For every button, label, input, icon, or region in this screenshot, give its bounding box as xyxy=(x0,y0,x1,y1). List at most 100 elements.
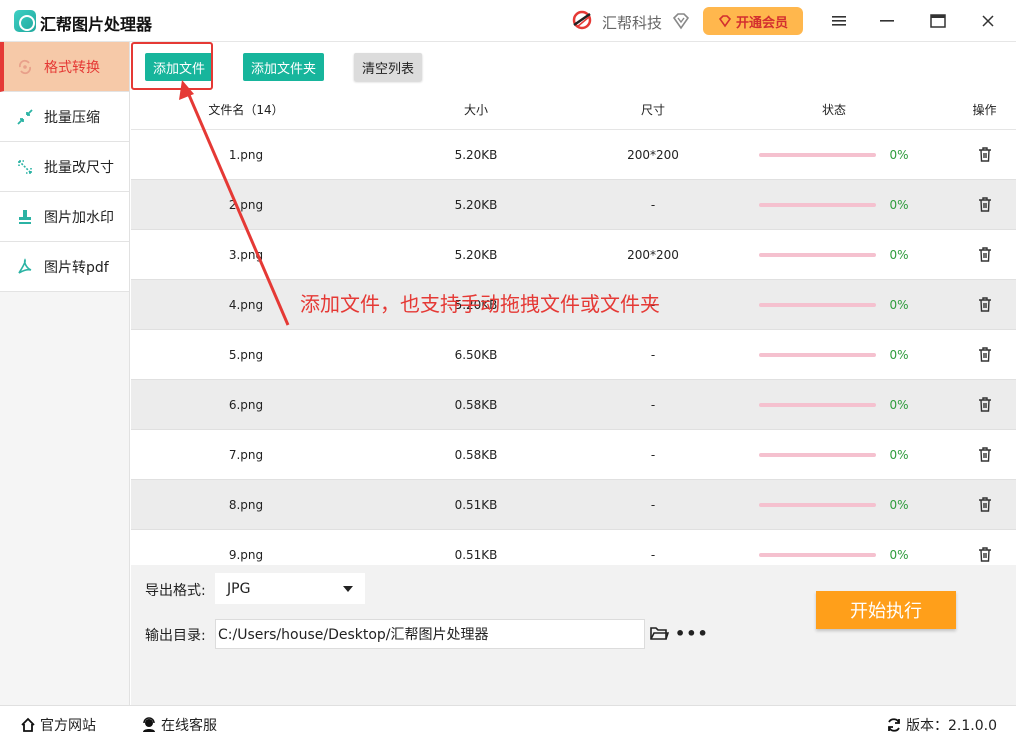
cell-size: 0.58KB xyxy=(454,397,498,412)
sidebar-item-label: 批量改尺寸 xyxy=(44,159,114,176)
table-row[interactable]: 6.png 0.58KB - 0% xyxy=(131,380,1016,430)
resize-icon xyxy=(18,159,32,174)
brand-logo-icon xyxy=(572,10,592,30)
table-row[interactable]: 7.png 0.58KB - 0% xyxy=(131,430,1016,480)
cell-status: 0% xyxy=(715,398,953,412)
sidebar-item-format-convert[interactable]: 格式转换 xyxy=(0,42,129,92)
cell-dimensions: 200*200 xyxy=(627,147,679,162)
progress-percent: 0% xyxy=(889,447,909,462)
cell-size: 0.51KB xyxy=(454,547,498,562)
toolbar: 添加文件 添加文件夹 清空列表 xyxy=(131,42,1016,90)
output-dir-label: 输出目录: xyxy=(145,628,206,644)
progress-percent: 0% xyxy=(889,347,909,362)
cell-status: 0% xyxy=(715,198,953,212)
table-row[interactable]: 5.png 6.50KB - 0% xyxy=(131,330,1016,380)
delete-button[interactable] xyxy=(953,447,1016,462)
cell-size: 5.20KB xyxy=(454,197,498,212)
table-row[interactable]: 2.png 5.20KB - 0% xyxy=(131,180,1016,230)
cell-size: 0.58KB xyxy=(454,447,498,462)
convert-icon xyxy=(18,59,32,74)
sidebar-item-label: 图片加水印 xyxy=(44,209,114,226)
progress-bar xyxy=(758,152,876,157)
delete-button[interactable] xyxy=(953,147,1016,162)
trash-icon xyxy=(978,247,991,262)
online-support-link[interactable]: 在线客服 xyxy=(141,715,217,735)
minimize-button[interactable] xyxy=(873,8,901,34)
table-row[interactable]: 8.png 0.51KB - 0% xyxy=(131,480,1016,530)
table-row[interactable]: 3.png 5.20KB 200*200 0% xyxy=(131,230,1016,280)
table-row[interactable]: 9.png 0.51KB - 0% xyxy=(131,530,1016,565)
add-folder-button[interactable]: 添加文件夹 xyxy=(243,53,325,81)
cell-size: 5.20KB xyxy=(454,147,498,162)
sidebar-item-to-pdf[interactable]: 图片转pdf xyxy=(0,242,129,292)
more-options-icon[interactable]: ••• xyxy=(675,624,709,643)
cell-filename: 6.png xyxy=(228,397,264,412)
table-header: 文件名（14） 大小 尺寸 状态 操作 xyxy=(131,90,1016,130)
start-button[interactable]: 开始执行 xyxy=(816,591,956,629)
cell-dimensions: - xyxy=(650,447,656,462)
maximize-icon xyxy=(930,14,946,28)
home-icon xyxy=(21,717,35,732)
delete-button[interactable] xyxy=(953,547,1016,562)
progress-percent: 0% xyxy=(889,247,909,262)
website-label: 官方网站 xyxy=(40,718,96,734)
refresh-icon xyxy=(888,718,900,732)
progress-percent: 0% xyxy=(889,397,909,412)
clear-list-button[interactable]: 清空列表 xyxy=(354,53,423,81)
format-value: JPG xyxy=(227,580,251,597)
sidebar-item-watermark[interactable]: 图片加水印 xyxy=(0,192,129,242)
file-table: 文件名（14） 大小 尺寸 状态 操作 1.png 5.20KB 200*200 0%… xyxy=(131,90,1016,565)
delete-button[interactable] xyxy=(953,197,1016,212)
progress-bar xyxy=(758,252,876,257)
diamond-icon[interactable] xyxy=(671,11,691,31)
progress-bar xyxy=(758,302,876,307)
support-label: 在线客服 xyxy=(161,718,217,734)
delete-button[interactable] xyxy=(953,497,1016,512)
cell-size: 5.20KB xyxy=(454,247,498,262)
progress-bar xyxy=(758,502,876,507)
sidebar-item-compress[interactable]: 批量压缩 xyxy=(0,92,129,142)
format-select[interactable]: JPG xyxy=(215,573,365,604)
vip-button[interactable]: 开通会员 xyxy=(703,7,803,35)
output-dir-field[interactable]: C:/Users/house/Desktop/汇帮图片处理器 xyxy=(215,619,645,649)
output-panel: 导出格式: JPG 输出目录: C:/Users/house/Desktop/汇… xyxy=(131,565,1016,705)
menu-icon xyxy=(832,16,846,26)
cell-filename: 2.png xyxy=(228,197,264,212)
delete-button[interactable] xyxy=(953,397,1016,412)
add-file-button[interactable]: 添加文件 xyxy=(145,53,214,81)
delete-button[interactable] xyxy=(953,347,1016,362)
sidebar-item-resize[interactable]: 批量改尺寸 xyxy=(0,142,129,192)
progress-percent: 0% xyxy=(889,297,909,312)
sidebar-item-label: 图片转pdf xyxy=(44,259,109,276)
cell-filename: 9.png xyxy=(228,547,264,562)
close-button[interactable] xyxy=(974,8,1002,34)
folder-icon[interactable] xyxy=(649,623,669,643)
trash-icon xyxy=(978,197,991,212)
table-row[interactable]: 1.png 5.20KB 200*200 0% xyxy=(131,130,1016,180)
vip-label: 开通会员 xyxy=(735,15,788,31)
cell-status: 0% xyxy=(715,248,953,262)
trash-icon xyxy=(978,497,991,512)
compress-icon xyxy=(17,108,33,125)
close-icon xyxy=(982,15,994,27)
official-website-link[interactable]: 官方网站 xyxy=(20,715,96,735)
version-info[interactable]: 版本：2.1.0.0 xyxy=(886,715,997,735)
cell-dimensions: - xyxy=(650,197,656,212)
progress-bar xyxy=(758,352,876,357)
trash-icon xyxy=(978,347,991,362)
cell-dimensions: 200*200 xyxy=(627,247,679,262)
progress-percent: 0% xyxy=(889,547,909,562)
menu-button[interactable] xyxy=(825,8,853,34)
pdf-icon xyxy=(18,257,32,274)
title-bar: 汇帮图片处理器 汇帮科技 开通会员 xyxy=(0,0,1016,42)
version-label: 版本：2.1.0.0 xyxy=(906,718,997,734)
delete-button[interactable] xyxy=(953,297,1016,312)
cell-status: 0% xyxy=(715,548,953,562)
stamp-icon xyxy=(19,209,31,224)
sidebar-item-label: 批量压缩 xyxy=(44,109,100,126)
header-size: 大小 xyxy=(463,103,488,117)
delete-button[interactable] xyxy=(953,247,1016,262)
progress-percent: 0% xyxy=(889,147,909,162)
maximize-button[interactable] xyxy=(924,8,952,34)
annotation-text: 添加文件，也支持手动拖拽文件或文件夹 xyxy=(300,292,660,316)
